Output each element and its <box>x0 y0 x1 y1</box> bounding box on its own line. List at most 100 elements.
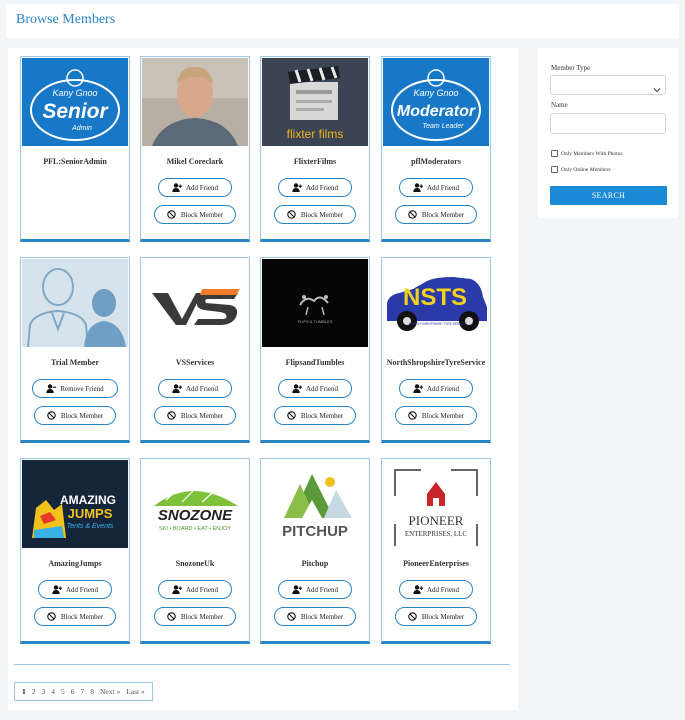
member-card[interactable]: Mikel Coreclark Add Friend Block Member <box>140 56 250 242</box>
search-button[interactable]: SEARCH <box>550 186 667 205</box>
member-type-select[interactable] <box>550 75 666 95</box>
chevron-down-icon <box>653 81 661 93</box>
member-name[interactable]: FlipsandTumbles <box>261 358 369 367</box>
next-page-link[interactable]: Next » <box>97 687 123 696</box>
only-online-checkbox[interactable] <box>551 166 558 173</box>
add-friend-button[interactable]: Add Friend <box>158 178 232 197</box>
member-name[interactable]: PioneerEnterprises <box>382 559 490 568</box>
block-icon <box>47 612 57 622</box>
block-member-button[interactable]: Block Member <box>274 607 356 626</box>
block-member-button[interactable]: Block Member <box>34 406 116 425</box>
member-name[interactable]: VSServices <box>141 358 249 367</box>
member-card[interactable]: PIONEER ENTERPRISES, LLC PioneerEnterpri… <box>381 458 491 644</box>
user-plus-icon <box>413 585 423 595</box>
member-name[interactable]: PFL:SeniorAdmin <box>21 157 129 166</box>
member-photo-mikel[interactable] <box>142 58 248 146</box>
only-photos-checkbox[interactable] <box>551 150 558 157</box>
block-member-button[interactable]: Block Member <box>395 607 477 626</box>
user-plus-icon <box>413 183 423 193</box>
member-photo-snozone[interactable]: SNOZONE SKI • BOARD • EAT • ENJOY <box>142 460 248 548</box>
block-icon <box>287 411 297 421</box>
block-member-button[interactable]: Block Member <box>154 205 236 224</box>
svg-text:NORTH SHROPSHIRE TYRE SERVICE: NORTH SHROPSHIRE TYRE SERVICE <box>409 322 466 326</box>
block-member-button[interactable]: Block Member <box>274 205 356 224</box>
add-friend-button[interactable]: Add Friend <box>278 580 352 599</box>
svg-text:Team Leader: Team Leader <box>423 123 465 130</box>
member-card[interactable]: FLIPS & TUMBLES FlipsandTumbles Add Frie… <box>260 257 370 443</box>
block-icon <box>408 612 418 622</box>
svg-text:Moderator: Moderator <box>397 103 476 120</box>
add-friend-button[interactable]: Add Friend <box>278 379 352 398</box>
member-photo-moderator[interactable]: Kany Gnoo Moderator Team Leader <box>383 58 489 146</box>
name-label: Name <box>551 101 568 109</box>
member-photo-flips[interactable]: FLIPS & TUMBLES <box>262 259 368 347</box>
member-name[interactable]: AmazingJumps <box>21 559 129 568</box>
page-link-5[interactable]: 5 <box>58 687 68 696</box>
member-photo-default-avatar[interactable] <box>22 259 128 347</box>
add-friend-button[interactable]: Add Friend <box>399 580 473 599</box>
page-link-2[interactable]: 2 <box>29 687 39 696</box>
member-name[interactable]: pflModerators <box>382 157 490 166</box>
member-photo-pitchup[interactable]: PITCHUP <box>262 460 368 548</box>
member-card[interactable]: Kany Gnoo Senior Admin PFL:SeniorAdmin <box>20 56 130 242</box>
member-type-label: Member Type <box>551 64 591 72</box>
member-photo-vs[interactable] <box>142 259 248 347</box>
member-card[interactable]: PITCHUP Pitchup Add Friend Block Member <box>260 458 370 644</box>
member-name[interactable]: Trial Member <box>21 358 129 367</box>
svg-text:PIONEER: PIONEER <box>409 513 464 528</box>
svg-text:PITCHUP: PITCHUP <box>282 523 348 540</box>
page-link-1[interactable]: 1 <box>19 687 29 696</box>
block-member-button[interactable]: Block Member <box>154 607 236 626</box>
member-photo-senior-admin[interactable]: Kany Gnoo Senior Admin <box>22 58 128 146</box>
block-member-button[interactable]: Block Member <box>154 406 236 425</box>
user-plus-icon <box>292 384 302 394</box>
block-icon <box>167 210 177 220</box>
name-input[interactable] <box>550 113 666 134</box>
svg-text:JUMPS: JUMPS <box>68 506 113 521</box>
block-member-button[interactable]: Block Member <box>395 406 477 425</box>
member-card[interactable]: Kany Gnoo Moderator Team Leader pflModer… <box>381 56 491 242</box>
member-card[interactable]: flixter films FlixterFilms Add Friend Bl… <box>260 56 370 242</box>
svg-text:Kany Gnoo: Kany Gnoo <box>413 88 458 98</box>
block-member-button[interactable]: Block Member <box>34 607 116 626</box>
block-icon <box>408 411 418 421</box>
block-member-button[interactable]: Block Member <box>395 205 477 224</box>
add-friend-button[interactable]: Add Friend <box>158 379 232 398</box>
add-friend-button[interactable]: Add Friend <box>278 178 352 197</box>
svg-text:Kany Gnoo: Kany Gnoo <box>52 88 97 98</box>
last-page-link[interactable]: Last » <box>123 687 148 696</box>
member-card[interactable]: SNOZONE SKI • BOARD • EAT • ENJOY Snozon… <box>140 458 250 644</box>
page-link-6[interactable]: 6 <box>68 687 78 696</box>
add-friend-button[interactable]: Add Friend <box>158 580 232 599</box>
user-plus-icon <box>292 585 302 595</box>
member-photo-pioneer[interactable]: PIONEER ENTERPRISES, LLC <box>383 460 489 548</box>
add-friend-button[interactable]: Add Friend <box>38 580 112 599</box>
block-icon <box>287 612 297 622</box>
member-photo-amazing-jumps[interactable]: AMAZING JUMPS Tents & Events <box>22 460 128 548</box>
remove-friend-button[interactable]: Remove Friend <box>32 379 118 398</box>
block-member-button[interactable]: Block Member <box>274 406 356 425</box>
svg-text:AMAZING: AMAZING <box>60 493 116 507</box>
page-link-3[interactable]: 3 <box>39 687 49 696</box>
member-name[interactable]: Pitchup <box>261 559 369 568</box>
user-plus-icon <box>292 183 302 193</box>
member-card[interactable]: AMAZING JUMPS Tents & Events AmazingJump… <box>20 458 130 644</box>
page-link-4[interactable]: 4 <box>48 687 58 696</box>
member-name[interactable]: NorthShropshireTyreService <box>382 358 490 367</box>
user-minus-icon <box>46 384 57 394</box>
member-name[interactable]: Mikel Coreclark <box>141 157 249 166</box>
member-name[interactable]: SnozoneUk <box>141 559 249 568</box>
member-card[interactable]: NSTS NORTH SHROPSHIRE TYRE SERVICE North… <box>381 257 491 443</box>
svg-text:Tents & Events: Tents & Events <box>67 523 114 530</box>
svg-text:flixter films: flixter films <box>287 127 344 141</box>
page-link-8[interactable]: 8 <box>87 687 97 696</box>
page-link-7[interactable]: 7 <box>78 687 88 696</box>
member-card[interactable]: VSServices Add Friend Block Member <box>140 257 250 443</box>
member-card[interactable]: Trial Member Remove Friend Block Member <box>20 257 130 443</box>
only-photos-option: Only Members With Photos <box>551 150 623 157</box>
member-photo-nsts[interactable]: NSTS NORTH SHROPSHIRE TYRE SERVICE <box>383 259 489 347</box>
member-photo-flixter[interactable]: flixter films <box>262 58 368 146</box>
add-friend-button[interactable]: Add Friend <box>399 379 473 398</box>
member-name[interactable]: FlixterFilms <box>261 157 369 166</box>
add-friend-button[interactable]: Add Friend <box>399 178 473 197</box>
